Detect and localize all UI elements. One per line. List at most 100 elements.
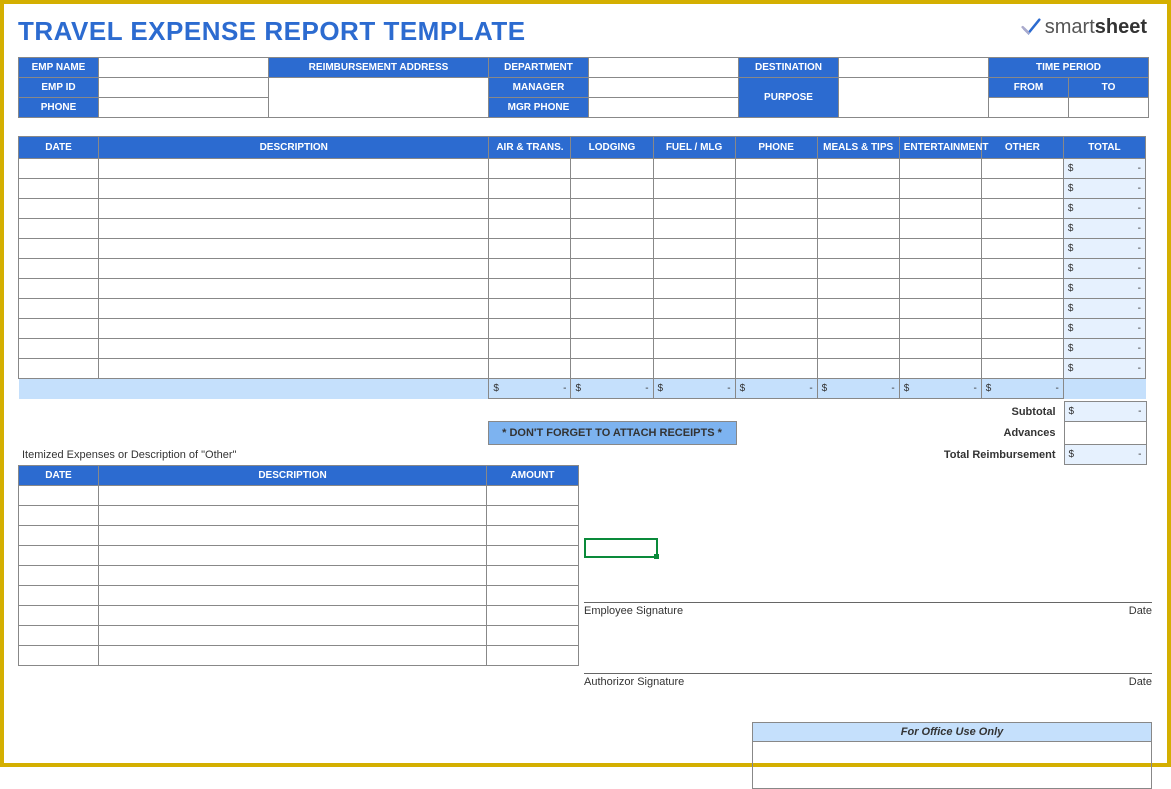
expense-cell[interactable]	[817, 339, 899, 359]
expense-cell[interactable]	[899, 219, 981, 239]
expense-cell[interactable]	[899, 339, 981, 359]
itemized-cell[interactable]	[19, 506, 99, 526]
expense-cell[interactable]	[981, 259, 1063, 279]
itemized-cell[interactable]	[19, 526, 99, 546]
expense-cell[interactable]	[489, 359, 571, 379]
input-phone[interactable]	[99, 98, 269, 118]
itemized-cell[interactable]	[99, 526, 487, 546]
expense-cell[interactable]	[19, 319, 99, 339]
expense-cell[interactable]	[735, 219, 817, 239]
input-from[interactable]	[989, 98, 1069, 118]
input-emp-name[interactable]	[99, 58, 269, 78]
expense-cell[interactable]	[653, 239, 735, 259]
input-department[interactable]	[589, 58, 739, 78]
expense-cell[interactable]	[99, 159, 489, 179]
expense-cell[interactable]	[817, 219, 899, 239]
expense-cell[interactable]	[735, 359, 817, 379]
itemized-cell[interactable]	[99, 626, 487, 646]
itemized-cell[interactable]	[487, 606, 579, 626]
expense-cell[interactable]	[571, 239, 653, 259]
expense-cell[interactable]	[571, 359, 653, 379]
expense-cell[interactable]	[571, 259, 653, 279]
expense-cell[interactable]	[735, 319, 817, 339]
expense-cell[interactable]	[19, 299, 99, 319]
itemized-cell[interactable]	[487, 626, 579, 646]
expense-cell[interactable]	[735, 299, 817, 319]
expense-cell[interactable]	[735, 339, 817, 359]
expense-cell[interactable]	[571, 339, 653, 359]
expense-cell[interactable]	[99, 179, 489, 199]
itemized-cell[interactable]	[487, 646, 579, 666]
expense-cell[interactable]	[19, 279, 99, 299]
expense-cell[interactable]	[899, 199, 981, 219]
expense-cell[interactable]	[653, 259, 735, 279]
expense-cell[interactable]	[899, 359, 981, 379]
expense-cell[interactable]	[899, 259, 981, 279]
expense-cell[interactable]	[653, 179, 735, 199]
expense-cell[interactable]	[571, 279, 653, 299]
itemized-cell[interactable]	[99, 546, 487, 566]
expense-cell[interactable]	[19, 179, 99, 199]
expense-cell[interactable]	[899, 179, 981, 199]
itemized-cell[interactable]	[487, 506, 579, 526]
expense-cell[interactable]	[981, 339, 1063, 359]
expense-cell[interactable]	[99, 239, 489, 259]
expense-cell[interactable]	[99, 219, 489, 239]
expense-cell[interactable]	[571, 199, 653, 219]
itemized-cell[interactable]	[99, 586, 487, 606]
input-mgr-phone[interactable]	[589, 98, 739, 118]
itemized-cell[interactable]	[19, 486, 99, 506]
expense-cell[interactable]	[981, 159, 1063, 179]
expense-cell[interactable]	[735, 239, 817, 259]
expense-cell[interactable]	[489, 159, 571, 179]
itemized-cell[interactable]	[487, 566, 579, 586]
expense-cell[interactable]	[981, 299, 1063, 319]
itemized-cell[interactable]	[487, 486, 579, 506]
expense-cell[interactable]	[489, 299, 571, 319]
expense-cell[interactable]	[653, 299, 735, 319]
expense-cell[interactable]	[817, 159, 899, 179]
expense-cell[interactable]	[489, 199, 571, 219]
itemized-cell[interactable]	[487, 546, 579, 566]
expense-cell[interactable]	[99, 279, 489, 299]
expense-cell[interactable]	[653, 359, 735, 379]
office-use-body[interactable]	[753, 742, 1151, 788]
expense-cell[interactable]	[489, 179, 571, 199]
expense-cell[interactable]	[19, 339, 99, 359]
expense-cell[interactable]	[19, 159, 99, 179]
expense-cell[interactable]	[899, 299, 981, 319]
itemized-cell[interactable]	[99, 606, 487, 626]
input-purpose[interactable]	[839, 78, 989, 118]
expense-cell[interactable]	[489, 319, 571, 339]
expense-cell[interactable]	[99, 259, 489, 279]
expense-cell[interactable]	[981, 199, 1063, 219]
expense-cell[interactable]	[817, 279, 899, 299]
expense-cell[interactable]	[653, 219, 735, 239]
expense-cell[interactable]	[571, 159, 653, 179]
expense-cell[interactable]	[571, 299, 653, 319]
expense-cell[interactable]	[99, 359, 489, 379]
expense-cell[interactable]	[489, 339, 571, 359]
expense-cell[interactable]	[571, 179, 653, 199]
expense-cell[interactable]	[19, 199, 99, 219]
itemized-cell[interactable]	[19, 586, 99, 606]
expense-cell[interactable]	[817, 179, 899, 199]
expense-cell[interactable]	[99, 339, 489, 359]
expense-cell[interactable]	[99, 319, 489, 339]
expense-cell[interactable]	[817, 319, 899, 339]
expense-cell[interactable]	[571, 219, 653, 239]
input-manager[interactable]	[589, 78, 739, 98]
expense-cell[interactable]	[489, 219, 571, 239]
itemized-cell[interactable]	[19, 546, 99, 566]
expense-cell[interactable]	[489, 279, 571, 299]
itemized-cell[interactable]	[487, 526, 579, 546]
itemized-cell[interactable]	[487, 586, 579, 606]
expense-cell[interactable]	[899, 239, 981, 259]
expense-cell[interactable]	[899, 319, 981, 339]
expense-cell[interactable]	[653, 199, 735, 219]
input-to[interactable]	[1069, 98, 1149, 118]
expense-cell[interactable]	[19, 239, 99, 259]
expense-cell[interactable]	[653, 159, 735, 179]
expense-cell[interactable]	[19, 219, 99, 239]
expense-cell[interactable]	[19, 259, 99, 279]
